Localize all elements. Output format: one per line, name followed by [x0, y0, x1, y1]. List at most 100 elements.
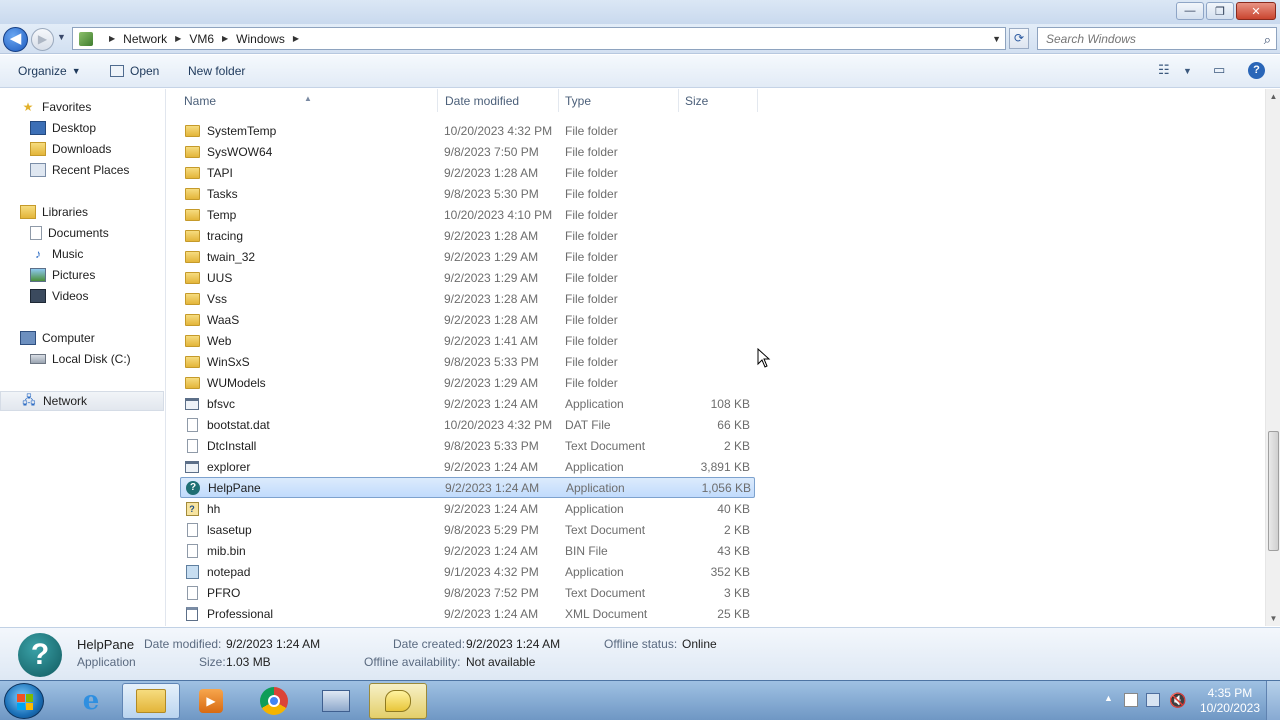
- forward-button[interactable]: ▶: [31, 28, 54, 51]
- open-button[interactable]: Open: [110, 64, 159, 78]
- nav-videos[interactable]: Videos: [0, 286, 164, 306]
- details-size-label: Size:: [199, 655, 226, 669]
- search-box[interactable]: ⌕: [1037, 27, 1277, 50]
- nav-documents[interactable]: Documents: [0, 223, 164, 243]
- show-desktop-button[interactable]: [1266, 681, 1280, 720]
- doc-file-icon: [184, 522, 200, 537]
- file-row[interactable]: Vss 9/2/2023 1:28 AM File folder: [180, 288, 755, 309]
- file-name: Tasks: [207, 186, 238, 201]
- breadcrumb-arrow-icon[interactable]: ▶: [293, 34, 299, 43]
- file-type: File folder: [565, 144, 618, 159]
- file-row[interactable]: ? HelpPane 9/2/2023 1:24 AM Application 1,05…: [180, 477, 755, 498]
- nav-libraries[interactable]: Libraries: [0, 202, 164, 222]
- search-input[interactable]: [1046, 31, 1251, 46]
- file-row[interactable]: Professional 9/2/2023 1:24 AM XML Document…: [180, 603, 755, 624]
- details-file-kind: Application: [77, 655, 136, 669]
- breadcrumb-windows[interactable]: Windows: [236, 32, 285, 46]
- show-hidden-icons-icon[interactable]: ▲: [1104, 693, 1113, 703]
- close-button[interactable]: ✕: [1236, 2, 1276, 20]
- file-row[interactable]: SystemTemp 10/20/2023 4:32 PM File folder: [180, 120, 755, 141]
- file-row[interactable]: bootstat.dat 10/20/2023 4:32 PM DAT File 66…: [180, 414, 755, 435]
- network-tray-icon[interactable]: [1146, 693, 1160, 707]
- file-row[interactable]: Tasks 9/8/2023 5:30 PM File folder: [180, 183, 755, 204]
- nav-network[interactable]: 🖧 Network: [0, 391, 164, 411]
- breadcrumb-arrow-icon[interactable]: ▶: [109, 34, 115, 43]
- column-divider[interactable]: [558, 89, 559, 112]
- recent-pages-dropdown[interactable]: ▼: [57, 32, 66, 42]
- nav-computer[interactable]: Computer: [0, 328, 164, 348]
- column-name[interactable]: Name: [184, 94, 216, 108]
- nav-documents-label: Documents: [48, 226, 109, 240]
- file-row[interactable]: WUModels 9/2/2023 1:29 AM File folder: [180, 372, 755, 393]
- breadcrumb-arrow-icon[interactable]: ▶: [175, 34, 181, 43]
- file-row[interactable]: bfsvc 9/2/2023 1:24 AM Application 108 KB: [180, 393, 755, 414]
- column-divider[interactable]: [437, 89, 438, 112]
- nav-desktop[interactable]: Desktop: [0, 118, 164, 138]
- file-row[interactable]: SysWOW64 9/8/2023 7:50 PM File folder: [180, 141, 755, 162]
- scroll-up-icon[interactable]: ▲: [1266, 89, 1280, 104]
- search-icon[interactable]: ⌕: [1264, 32, 1271, 48]
- organize-button[interactable]: Organize ▼: [18, 64, 81, 78]
- new-folder-button[interactable]: New folder: [188, 64, 245, 78]
- maximize-button[interactable]: ❐: [1206, 2, 1234, 20]
- nav-favorites[interactable]: ★ Favorites: [0, 97, 164, 117]
- taskbar-windows-explorer[interactable]: [122, 683, 180, 719]
- file-row[interactable]: Web 9/2/2023 1:41 AM File folder: [180, 330, 755, 351]
- address-bar[interactable]: ▶ Network ▶ VM6 ▶ Windows ▶ ▼: [72, 27, 1006, 50]
- nav-recent-places[interactable]: Recent Places: [0, 160, 164, 180]
- help-icon[interactable]: ?: [1248, 62, 1265, 79]
- file-date-modified: 9/8/2023 5:33 PM: [444, 438, 539, 453]
- nav-local-disk[interactable]: Local Disk (C:): [0, 349, 164, 369]
- file-row[interactable]: Temp 10/20/2023 4:10 PM File folder: [180, 204, 755, 225]
- file-row[interactable]: TAPI 9/2/2023 1:28 AM File folder: [180, 162, 755, 183]
- taskbar-messenger[interactable]: [369, 683, 427, 719]
- file-size: 352 KB: [710, 564, 750, 579]
- column-date-modified[interactable]: Date modified: [445, 94, 519, 108]
- minimize-button[interactable]: —: [1176, 2, 1204, 20]
- nav-pictures[interactable]: Pictures: [0, 265, 164, 285]
- file-row[interactable]: mib.bin 9/2/2023 1:24 AM BIN File 43 KB: [180, 540, 755, 561]
- scrollbar-thumb[interactable]: [1268, 431, 1279, 551]
- file-date-modified: 9/2/2023 1:28 AM: [444, 312, 539, 327]
- file-row[interactable]: WinSxS 9/8/2023 5:33 PM File folder: [180, 351, 755, 372]
- file-row[interactable]: lsasetup 9/8/2023 5:29 PM Text Document 2 K…: [180, 519, 755, 540]
- action-center-flag-icon[interactable]: [1124, 693, 1138, 707]
- taskbar-chrome[interactable]: [245, 683, 303, 719]
- file-row[interactable]: explorer 9/2/2023 1:24 AM Application 3,891…: [180, 456, 755, 477]
- taskbar-remote-desktop[interactable]: [307, 683, 365, 719]
- details-offline-availability: Not available: [466, 655, 536, 669]
- file-row[interactable]: notepad 9/1/2023 4:32 PM Application 352 KB: [180, 561, 755, 582]
- breadcrumb-arrow-icon[interactable]: ▶: [222, 34, 228, 43]
- nav-downloads[interactable]: Downloads: [0, 139, 164, 159]
- address-dropdown-icon[interactable]: ▼: [992, 34, 1001, 44]
- breadcrumb-vm6[interactable]: VM6: [189, 32, 214, 46]
- refresh-button[interactable]: ⟳: [1009, 28, 1029, 49]
- clock[interactable]: 4:35 PM 10/20/2023: [1200, 686, 1260, 716]
- file-row[interactable]: WaaS 9/2/2023 1:28 AM File folder: [180, 309, 755, 330]
- preview-pane-icon[interactable]: ▭: [1213, 62, 1225, 78]
- file-row[interactable]: DtcInstall 9/8/2023 5:33 PM Text Document 2…: [180, 435, 755, 456]
- start-button[interactable]: [4, 683, 44, 719]
- nav-music[interactable]: ♪ Music: [0, 244, 164, 264]
- file-row[interactable]: tracing 9/2/2023 1:28 AM File folder: [180, 225, 755, 246]
- file-row[interactable]: ? hh 9/2/2023 1:24 AM Application 40 KB: [180, 498, 755, 519]
- file-size: 3,891 KB: [700, 459, 750, 474]
- taskbar-internet-explorer[interactable]: e: [62, 683, 120, 719]
- taskbar-media-player[interactable]: ▶: [182, 683, 240, 719]
- view-dropdown-icon[interactable]: ▼: [1183, 66, 1192, 76]
- column-type[interactable]: Type: [565, 94, 591, 108]
- column-size[interactable]: Size: [685, 94, 708, 108]
- file-date-modified: 9/2/2023 1:29 AM: [444, 270, 539, 285]
- file-row[interactable]: UUS 9/2/2023 1:29 AM File folder: [180, 267, 755, 288]
- vertical-scrollbar[interactable]: ▲ ▼: [1265, 89, 1280, 626]
- file-row[interactable]: PFRO 9/8/2023 7:52 PM Text Document 3 KB: [180, 582, 755, 603]
- view-options-icon[interactable]: ☷: [1158, 62, 1170, 78]
- scroll-down-icon[interactable]: ▼: [1266, 611, 1280, 626]
- folder-file-icon: [184, 187, 200, 201]
- breadcrumb-network[interactable]: Network: [123, 32, 167, 46]
- file-row[interactable]: twain_32 9/2/2023 1:29 AM File folder: [180, 246, 755, 267]
- back-button[interactable]: ◀: [3, 27, 28, 52]
- volume-muted-icon[interactable]: 🔇: [1169, 692, 1186, 709]
- column-divider[interactable]: [678, 89, 679, 112]
- column-divider[interactable]: [757, 89, 758, 112]
